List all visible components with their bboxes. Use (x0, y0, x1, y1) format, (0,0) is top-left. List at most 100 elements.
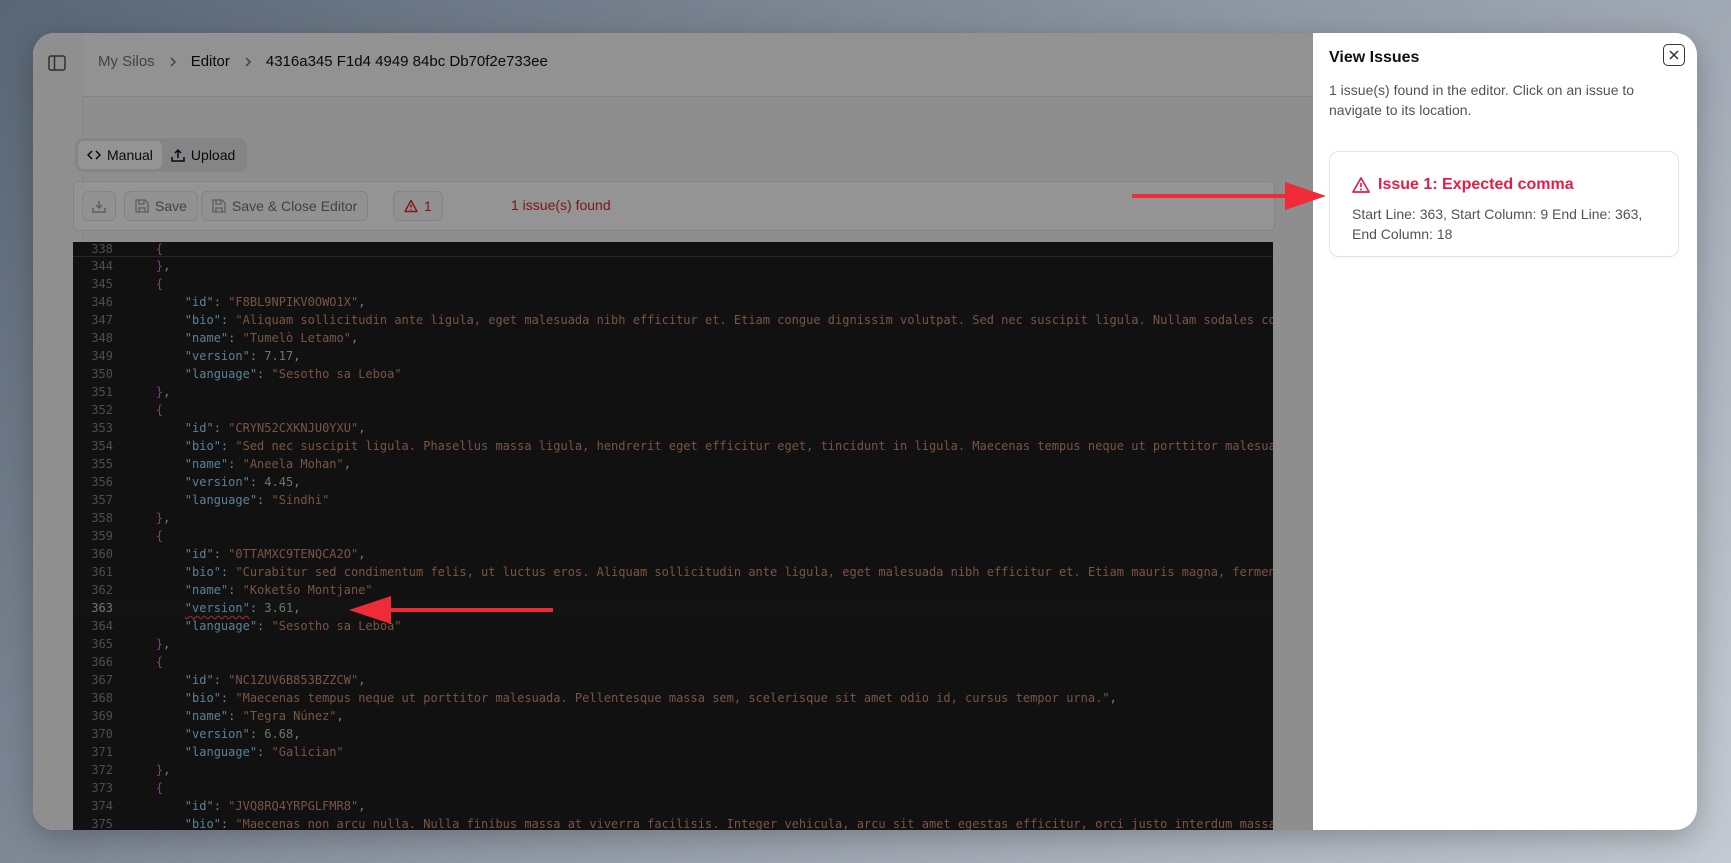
code-line[interactable]: 365 }, (73, 635, 1273, 653)
tab-upload[interactable]: Upload (162, 141, 244, 169)
line-code: }, (155, 763, 171, 777)
code-line[interactable]: 369 "name": "Tegra Núnez", (73, 707, 1273, 725)
code-line[interactable]: 357 "language": "Sindhi" (73, 491, 1273, 509)
line-number: 358 (91, 511, 113, 525)
download-icon (92, 201, 106, 213)
code-line[interactable]: 349 "version": 7.17, (73, 347, 1273, 365)
line-number: 368 (91, 691, 113, 705)
line-number: 359 (91, 529, 113, 543)
code-line[interactable]: 366 { (73, 653, 1273, 671)
line-code: "id": "CRYN52CXKNJU0YXU", (184, 421, 366, 435)
code-line[interactable]: 354 "bio": "Sed nec suscipit ligula. Pha… (73, 437, 1273, 455)
code-line[interactable]: 344 }, (73, 257, 1273, 275)
breadcrumb-my-silos[interactable]: My Silos (98, 53, 155, 70)
line-number: 348 (91, 331, 113, 345)
line-number: 371 (91, 745, 113, 759)
upload-icon (171, 148, 185, 162)
line-code: "language": "Sesotho sa Leboa" (184, 367, 402, 381)
mode-tabs: Manual Upload (75, 138, 248, 172)
code-line[interactable]: 359 { (73, 527, 1273, 545)
line-number: 345 (91, 277, 113, 291)
line-code: "bio": "Curabitur sed condimentum felis,… (184, 565, 1273, 579)
line-code: "name": "Koketšo Montjane" (184, 583, 373, 597)
code-line[interactable]: 368 "bio": "Maecenas tempus neque ut por… (73, 689, 1273, 707)
line-code: { (155, 781, 164, 795)
line-number: 375 (91, 817, 113, 830)
line-number: 364 (91, 619, 113, 633)
code-line[interactable]: 364 "language": "Sesotho sa Leboa" (73, 617, 1273, 635)
code-line[interactable]: 375 "bio": "Maecenas non arcu nulla. Nul… (73, 815, 1273, 830)
chevron-right-icon (245, 56, 251, 67)
code-line[interactable]: 352 { (73, 401, 1273, 419)
line-number: 361 (91, 565, 113, 579)
code-line[interactable]: 373 { (73, 779, 1273, 797)
line-number: 363 (91, 601, 113, 615)
line-code: { (155, 529, 164, 543)
breadcrumb: My Silos Editor 4316a345 F1d4 4949 84bc … (98, 53, 548, 70)
code-line[interactable]: 367 "id": "NC1ZUV6B853BZZCW", (73, 671, 1273, 689)
tab-manual[interactable]: Manual (78, 141, 162, 169)
issue-title: Issue 1: Expected comma (1378, 176, 1574, 193)
line-code: "language": "Sesotho sa Leboa" (184, 619, 402, 633)
warning-icon (404, 199, 418, 213)
editor-toolbar: Save Save & Close Editor 1 1 issue(s) fo… (73, 181, 1275, 231)
line-number: 350 (91, 367, 113, 381)
line-code: "bio": "Aliquam sollicitudin ante ligula… (184, 313, 1273, 327)
code-line[interactable]: 355 "name": "Aneela Mohan", (73, 455, 1273, 473)
download-button[interactable] (82, 191, 116, 221)
line-code: "bio": "Maecenas tempus neque ut porttit… (184, 691, 1117, 705)
code-line[interactable]: 363 "version": 3.61, (73, 599, 1273, 617)
line-number: 360 (91, 547, 113, 561)
code-line[interactable]: 372 }, (73, 761, 1273, 779)
line-code: "name": "Aneela Mohan", (184, 457, 351, 471)
line-code: }, (155, 511, 171, 525)
code-line[interactable]: 353 "id": "CRYN52CXKNJU0YXU", (73, 419, 1273, 437)
line-number: 372 (91, 763, 113, 777)
save-close-button[interactable]: Save & Close Editor (201, 191, 369, 221)
line-number: 344 (91, 259, 113, 273)
issues-button[interactable]: 1 (393, 191, 443, 221)
warning-icon (1352, 177, 1370, 193)
code-line[interactable]: 360 "id": "0TTAMXC9TENQCA2O", (73, 545, 1273, 563)
breadcrumb-editor[interactable]: Editor (191, 53, 230, 70)
line-code: "language": "Sindhi" (184, 493, 330, 507)
line-number: 365 (91, 637, 113, 651)
code-line[interactable]: 347 "bio": "Aliquam sollicitudin ante li… (73, 311, 1273, 329)
code-line[interactable]: 371 "language": "Galician" (73, 743, 1273, 761)
code-line[interactable]: 370 "version": 6.68, (73, 725, 1273, 743)
code-line[interactable]: 350 "language": "Sesotho sa Leboa" (73, 365, 1273, 383)
line-code: "version": 7.17, (184, 349, 301, 363)
issue-card[interactable]: Issue 1: Expected comma Start Line: 363,… (1329, 151, 1679, 257)
line-code: "name": "Tumelò Letamo", (184, 331, 359, 345)
line-code: { (155, 655, 164, 669)
line-code: "id": "JVQ8RQ4YRPGLFMR8", (184, 799, 366, 813)
code-editor[interactable]: 338 { 344 }, 345 {346 "id": "F8BL9NPIKV0O… (73, 242, 1273, 830)
issues-panel: View Issues 1 issue(s) found in the edit… (1313, 33, 1697, 830)
editor-lines: 344 }, 345 {346 "id": "F8BL9NPIKV0OWO1X",… (73, 257, 1273, 830)
line-number: 367 (91, 673, 113, 687)
line-code: "bio": "Sed nec suscipit ligula. Phasell… (184, 439, 1273, 453)
code-line[interactable]: 374 "id": "JVQ8RQ4YRPGLFMR8", (73, 797, 1273, 815)
line-code: "version": 6.68, (184, 727, 301, 741)
code-line[interactable]: 356 "version": 4.45, (73, 473, 1273, 491)
line-code: "bio": "Maecenas non arcu nulla. Nulla f… (184, 817, 1273, 830)
sidebar-toggle-icon[interactable] (48, 55, 66, 71)
save-button[interactable]: Save (124, 191, 198, 221)
line-number: 370 (91, 727, 113, 741)
code-line[interactable]: 351 }, (73, 383, 1273, 401)
close-panel-button[interactable] (1663, 44, 1685, 66)
code-line[interactable]: 361 "bio": "Curabitur sed condimentum fe… (73, 563, 1273, 581)
sticky-scroll-line: 338 { (73, 242, 1273, 257)
code-line[interactable]: 345 { (73, 275, 1273, 293)
code-line[interactable]: 358 }, (73, 509, 1273, 527)
issue-title-row: Issue 1: Expected comma (1352, 176, 1574, 194)
code-line[interactable]: 346 "id": "F8BL9NPIKV0OWO1X", (73, 293, 1273, 311)
issues-status-text: 1 issue(s) found (511, 197, 611, 213)
code-line[interactable]: 348 "name": "Tumelò Letamo", (73, 329, 1273, 347)
code-line[interactable]: 362 "name": "Koketšo Montjane" (73, 581, 1273, 599)
line-number: 355 (91, 457, 113, 471)
line-code: }, (155, 637, 171, 651)
line-number: 373 (91, 781, 113, 795)
panel-description: 1 issue(s) found in the editor. Click on… (1329, 82, 1635, 118)
line-number: 352 (91, 403, 113, 417)
